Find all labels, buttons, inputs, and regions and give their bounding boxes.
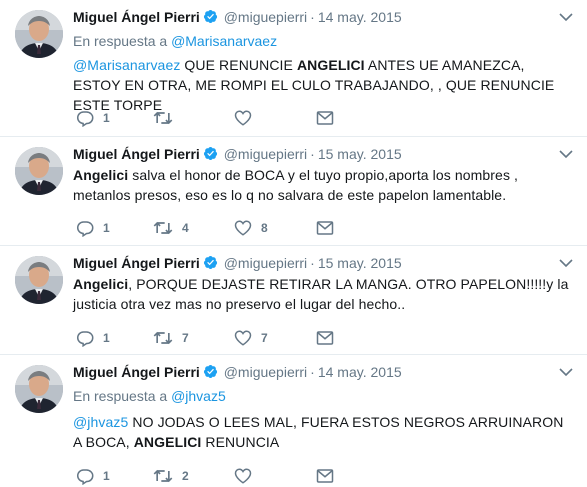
verified-badge-icon: [203, 255, 218, 274]
retweet-button[interactable]: [153, 108, 182, 128]
reply-context: En respuesta a @Marisanarvaez: [73, 32, 277, 50]
retweet-icon: [153, 469, 173, 483]
envelope-icon: [316, 221, 334, 235]
tweet-text-part: salva el honor de BOCA y el tuyo propio,…: [73, 167, 519, 203]
separator-dot: ·: [310, 146, 315, 162]
avatar[interactable]: [15, 147, 63, 195]
author-name[interactable]: Miguel Ángel Pierri: [73, 255, 200, 271]
separator-dot: ·: [310, 9, 315, 25]
author-name[interactable]: Miguel Ángel Pierri: [73, 9, 200, 25]
tweet-header: Miguel Ángel Pierri @miguepierri · 15 may.…: [73, 254, 557, 274]
tweet-date[interactable]: 15 may. 2015: [318, 146, 402, 162]
bold-keyword: ANGELICI: [296, 57, 365, 73]
reply-button[interactable]: 1: [76, 218, 110, 238]
like-button[interactable]: 7: [234, 328, 268, 348]
retweet-count: 2: [182, 469, 189, 483]
reply-to-link[interactable]: @Marisanarvaez: [171, 33, 277, 49]
reply-button[interactable]: 1: [76, 108, 110, 128]
tweet-header: Miguel Ángel Pierri @miguepierri · 14 may.…: [73, 363, 557, 383]
reply-count: 1: [103, 331, 110, 345]
tweet-text: @jhvaz5 NO JODAS O LEES MAL, FUERA ESTOS…: [73, 412, 569, 452]
heart-icon: [234, 220, 252, 236]
reply-icon: [76, 111, 94, 127]
retweet-button[interactable]: 4: [153, 218, 189, 238]
reply-count: 1: [103, 111, 110, 125]
direct-message-button[interactable]: [316, 108, 334, 128]
reply-prefix: En respuesta a: [73, 33, 168, 49]
verified-badge-icon: [203, 146, 218, 165]
reply-icon: [76, 331, 94, 347]
verified-badge-icon: [203, 364, 218, 383]
envelope-icon: [316, 331, 334, 345]
reply-context: En respuesta a @jhvaz5: [73, 387, 226, 405]
author-handle[interactable]: @miguepierri: [224, 146, 307, 162]
author-handle[interactable]: @miguepierri: [224, 255, 307, 271]
separator-dot: ·: [310, 255, 315, 271]
tweet-date[interactable]: 14 may. 2015: [318, 9, 402, 25]
bold-keyword: Angelici: [73, 276, 129, 292]
like-button[interactable]: 8: [234, 218, 268, 238]
heart-icon: [234, 110, 252, 126]
chevron-down-icon[interactable]: [559, 12, 573, 22]
retweet-button[interactable]: 7: [153, 328, 189, 348]
bold-keyword: Angelici: [73, 167, 129, 183]
author-handle[interactable]: @miguepierri: [224, 364, 307, 380]
author-handle[interactable]: @miguepierri: [224, 9, 307, 25]
tweet-timeline: Miguel Ángel Pierri @miguepierri · 14 may.…: [0, 0, 587, 487]
like-button[interactable]: [234, 466, 261, 486]
heart-icon: [234, 468, 252, 484]
direct-message-button[interactable]: [316, 328, 334, 348]
like-count: 8: [261, 221, 268, 235]
reply-prefix: En respuesta a: [73, 388, 168, 404]
tweet-date[interactable]: 15 may. 2015: [318, 255, 402, 271]
tweet-header: Miguel Ángel Pierri @miguepierri · 15 may.…: [73, 145, 557, 165]
reply-count: 1: [103, 221, 110, 235]
mention-link[interactable]: @Marisanarvaez: [73, 57, 180, 73]
direct-message-button[interactable]: [316, 466, 334, 486]
heart-icon: [234, 330, 252, 346]
bold-keyword: ANGELICI: [133, 434, 202, 450]
tweet-text-part: QUE RENUNCIE: [180, 57, 297, 73]
tweet[interactable]: Miguel Ángel Pierri @miguepierri · 15 may.…: [0, 137, 587, 246]
retweet-icon: [153, 111, 173, 125]
reply-button[interactable]: 1: [76, 328, 110, 348]
reply-count: 1: [103, 469, 110, 483]
reply-button[interactable]: 1: [76, 466, 110, 486]
retweet-button[interactable]: 2: [153, 466, 189, 486]
mention-link[interactable]: @jhvaz5: [73, 414, 128, 430]
tweet[interactable]: Miguel Ángel Pierri @miguepierri · 15 may.…: [0, 246, 587, 355]
verified-badge-icon: [203, 9, 218, 28]
author-name[interactable]: Miguel Ángel Pierri: [73, 146, 200, 162]
reply-to-link[interactable]: @jhvaz5: [171, 388, 226, 404]
avatar[interactable]: [15, 365, 63, 413]
retweet-count: 7: [182, 331, 189, 345]
chevron-down-icon[interactable]: [559, 149, 573, 159]
tweet-text: Angelici salva el honor de BOCA y el tuy…: [73, 165, 569, 205]
like-button[interactable]: [234, 108, 261, 128]
retweet-icon: [153, 331, 173, 345]
author-name[interactable]: Miguel Ángel Pierri: [73, 364, 200, 380]
retweet-count: 4: [182, 221, 189, 235]
avatar[interactable]: [15, 256, 63, 304]
reply-icon: [76, 221, 94, 237]
envelope-icon: [316, 469, 334, 483]
envelope-icon: [316, 111, 334, 125]
tweet[interactable]: Miguel Ángel Pierri @miguepierri · 14 may.…: [0, 355, 587, 487]
tweet[interactable]: Miguel Ángel Pierri @miguepierri · 14 may.…: [0, 0, 587, 137]
retweet-icon: [153, 221, 173, 235]
tweet-text: Angelici, PORQUE DEJASTE RETIRAR LA MANG…: [73, 274, 569, 314]
reply-icon: [76, 469, 94, 485]
like-count: 7: [261, 331, 268, 345]
chevron-down-icon[interactable]: [559, 258, 573, 268]
tweet-text-part: , PORQUE DEJASTE RETIRAR LA MANGA. OTRO …: [73, 276, 569, 312]
chevron-down-icon[interactable]: [559, 367, 573, 377]
tweet-text: @Marisanarvaez QUE RENUNCIE ANGELICI ANT…: [73, 55, 569, 115]
tweet-text-part: RENUNCIA: [201, 434, 280, 450]
avatar[interactable]: [15, 10, 63, 58]
tweet-header: Miguel Ángel Pierri @miguepierri · 14 may.…: [73, 8, 557, 28]
separator-dot: ·: [310, 364, 315, 380]
tweet-date[interactable]: 14 may. 2015: [318, 364, 402, 380]
direct-message-button[interactable]: [316, 218, 334, 238]
